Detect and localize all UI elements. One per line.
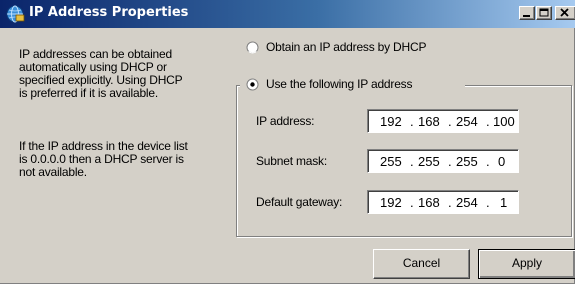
title-bar[interactable]: IP Address Properties [0, 0, 575, 28]
description-paragraph-1: IP addresses can be obtained automatical… [19, 48, 183, 100]
default-gateway-label: Default gateway: [256, 195, 343, 209]
ip-octet-3[interactable]: 254 [456, 114, 478, 129]
cancel-button[interactable]: Cancel [373, 249, 470, 279]
dhcp-radio-label[interactable]: Obtain an IP address by DHCP [266, 40, 426, 54]
subnet-dot: . [448, 154, 452, 169]
close-button[interactable] [555, 6, 575, 20]
ip-address-label: IP address: [256, 114, 315, 128]
static-ip-radio-option[interactable]: Use the following IP address [240, 77, 465, 93]
minimize-button[interactable] [519, 6, 535, 20]
network-globe-icon [6, 5, 25, 23]
dhcp-radio-button[interactable] [246, 41, 259, 54]
gateway-dot: . [410, 195, 414, 210]
ip-dot: . [410, 114, 414, 129]
subnet-mask-label: Subnet mask: [256, 154, 327, 168]
window-title: IP Address Properties [29, 5, 189, 20]
gateway-octet-3[interactable]: 254 [456, 195, 478, 210]
maximize-icon [539, 8, 549, 17]
ip-address-input[interactable]: 192 . 168 . 254 . 100 [367, 109, 519, 133]
minimize-icon [523, 15, 530, 17]
gateway-octet-2[interactable]: 168 [418, 195, 440, 210]
ip-dot: . [486, 114, 490, 129]
subnet-octet-1[interactable]: 255 [380, 154, 402, 169]
ip-octet-4[interactable]: 100 [493, 114, 515, 129]
maximize-button[interactable] [536, 6, 552, 20]
description-paragraph-2: If the IP address in the device list is … [19, 140, 188, 179]
subnet-mask-input[interactable]: 255 . 255 . 255 . 0 [367, 149, 519, 173]
subnet-octet-2[interactable]: 255 [418, 154, 440, 169]
gateway-octet-4[interactable]: 1 [500, 195, 507, 210]
ip-octet-2[interactable]: 168 [418, 114, 440, 129]
gateway-dot: . [486, 195, 490, 210]
apply-button[interactable]: Apply [478, 249, 575, 279]
default-gateway-input[interactable]: 192 . 168 . 254 . 1 [367, 190, 519, 214]
description-line: not available. [19, 165, 87, 179]
gateway-octet-1[interactable]: 192 [380, 195, 402, 210]
subnet-octet-4[interactable]: 0 [498, 154, 505, 169]
static-ip-radio-button[interactable] [246, 78, 259, 91]
ip-octet-1[interactable]: 192 [380, 114, 402, 129]
description-line: is preferred if it is available. [19, 86, 158, 100]
subnet-dot: . [486, 154, 490, 169]
ip-address-properties-dialog: IP Address Properties IP addresses can b… [0, 0, 575, 284]
ip-dot: . [448, 114, 452, 129]
close-icon [560, 8, 569, 17]
gateway-dot: . [448, 195, 452, 210]
subnet-dot: . [410, 154, 414, 169]
static-ip-radio-label[interactable]: Use the following IP address [266, 77, 412, 91]
subnet-octet-3[interactable]: 255 [456, 154, 478, 169]
